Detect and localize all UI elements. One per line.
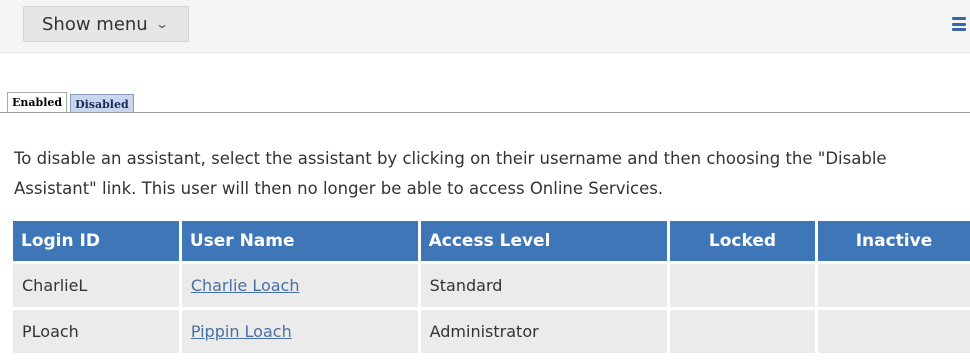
cell-inactive <box>817 310 970 353</box>
page: Show menu ⌄ Enabled Disabled To disable … <box>0 0 970 360</box>
cell-access-level: Administrator <box>420 310 667 353</box>
tab-bar: Enabled Disabled <box>7 92 134 113</box>
tab-disabled[interactable]: Disabled <box>70 94 134 113</box>
cell-login-id: PLoach <box>13 310 179 353</box>
user-name-link[interactable]: Charlie Loach <box>191 276 300 295</box>
column-header-access-level[interactable]: Access Level <box>420 221 667 261</box>
instructions-text: To disable an assistant, select the assi… <box>14 149 887 198</box>
show-menu-button[interactable]: Show menu ⌄ <box>23 6 189 42</box>
cell-locked <box>669 310 815 353</box>
column-header-login-id[interactable]: Login ID <box>13 221 179 261</box>
column-header-inactive[interactable]: Inactive <box>817 221 970 261</box>
tab-divider <box>0 112 970 113</box>
cell-user-name: Pippin Loach <box>181 310 418 353</box>
table-row: PLoach Pippin Loach Administrator <box>13 310 970 353</box>
column-header-locked[interactable]: Locked <box>669 221 815 261</box>
hamburger-menu-icon[interactable] <box>952 17 966 31</box>
cell-inactive <box>817 264 970 307</box>
column-header-user-name[interactable]: User Name <box>181 221 418 261</box>
assistants-table: Login ID User Name Access Level Locked I… <box>10 218 970 356</box>
cell-locked <box>669 264 815 307</box>
table-row: CharlieL Charlie Loach Standard <box>13 264 970 307</box>
chevron-down-icon: ⌄ <box>154 17 169 31</box>
top-bar: Show menu ⌄ <box>0 0 970 53</box>
table-header-row: Login ID User Name Access Level Locked I… <box>13 221 970 261</box>
cell-user-name: Charlie Loach <box>181 264 418 307</box>
user-name-link[interactable]: Pippin Loach <box>191 322 292 341</box>
cell-login-id: CharlieL <box>13 264 179 307</box>
show-menu-label: Show menu <box>42 13 148 35</box>
cell-access-level: Standard <box>420 264 667 307</box>
tab-enabled[interactable]: Enabled <box>7 92 68 113</box>
